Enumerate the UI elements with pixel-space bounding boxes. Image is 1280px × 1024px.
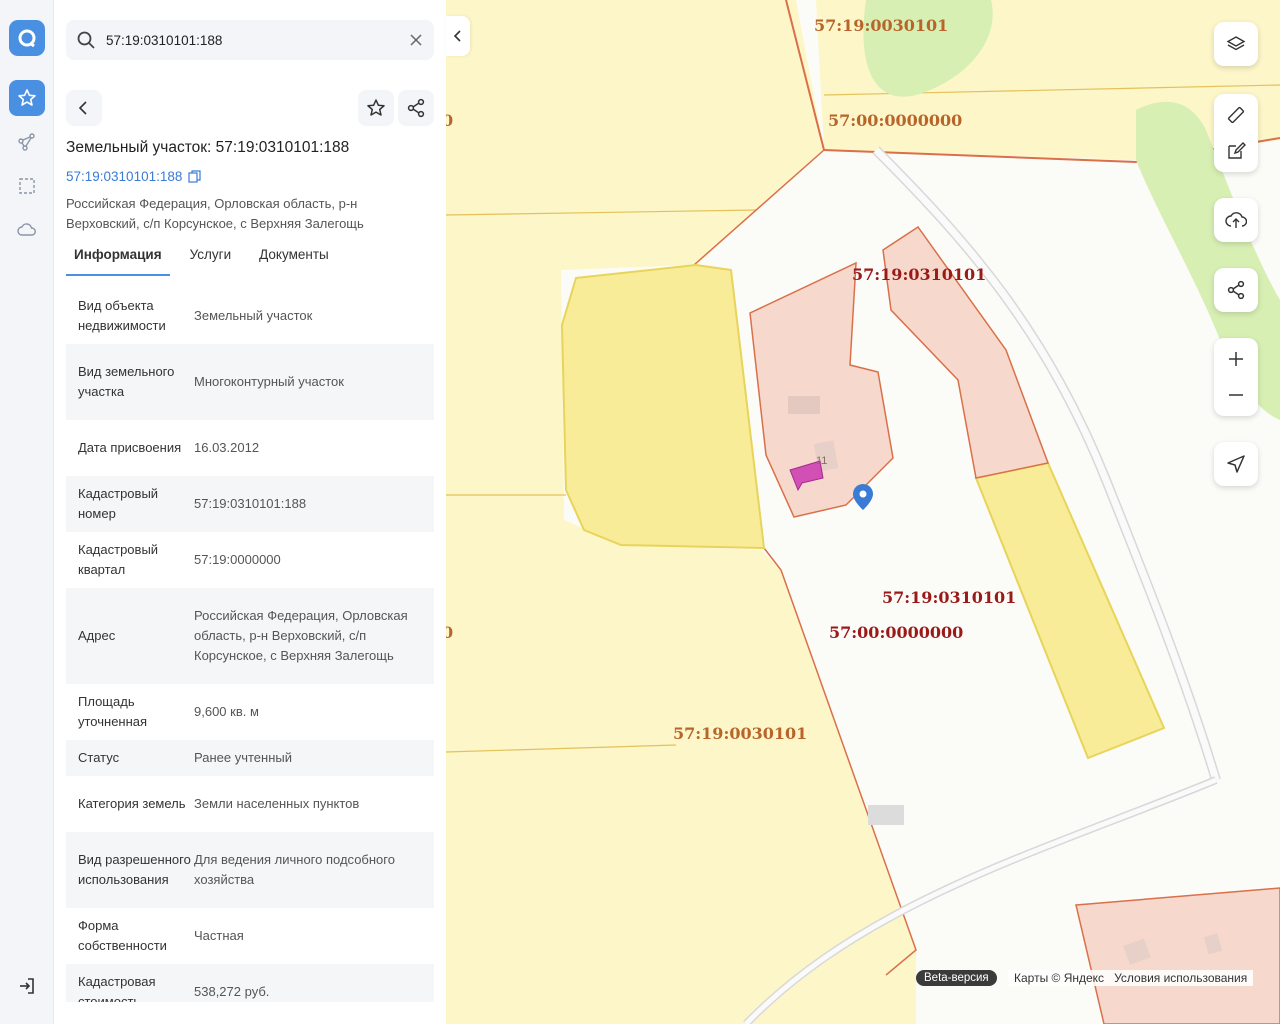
info-row: Площадь уточненная 9,600 кв. м xyxy=(66,684,434,740)
info-row: Кадастровый номер 57:19:0310101:188 xyxy=(66,476,434,532)
left-rail xyxy=(0,0,54,1024)
ruler-icon[interactable] xyxy=(1214,97,1258,133)
info-key: Кадастровая стоимость xyxy=(78,974,156,1002)
info-key: Вид разрешенного использования xyxy=(78,852,191,887)
clear-search-icon[interactable] xyxy=(406,30,426,50)
info-row: Кадастровый квартал 57:19:0000000 xyxy=(66,532,434,588)
object-address: Российская Федерация, Орловская область,… xyxy=(66,196,364,231)
info-row: Вид объекта недвижимости Земельный участо… xyxy=(66,288,434,344)
tab-documents[interactable]: Документы xyxy=(251,238,337,276)
tools-group xyxy=(1214,94,1258,172)
cloud-upload-icon[interactable] xyxy=(1214,198,1258,242)
upload-button[interactable] xyxy=(1214,198,1258,242)
info-key: Категория земель xyxy=(78,796,186,811)
collapse-panel-button[interactable] xyxy=(446,16,470,56)
info-value: Ранее учтенный xyxy=(194,750,292,765)
info-row: Вид земельного участка Многоконтурный уча… xyxy=(66,344,434,420)
info-value: 16.03.2012 xyxy=(194,440,260,455)
layers-icon[interactable] xyxy=(1214,22,1258,66)
map-quarter-label: 57:19:0310101 xyxy=(852,265,987,284)
share-icon[interactable] xyxy=(1214,268,1258,312)
map-canvas[interactable] xyxy=(446,0,1280,1024)
chevron-left-icon xyxy=(78,101,87,115)
info-key: Кадастровый квартал xyxy=(78,542,159,577)
map-quarter-label: 57:19:0030101 xyxy=(673,724,808,743)
info-row: Кадастровая стоимость 538,272 руб. xyxy=(66,964,434,1002)
zoom-out-icon[interactable] xyxy=(1214,377,1258,413)
info-key: Адрес xyxy=(78,628,116,643)
edit-icon[interactable] xyxy=(1214,133,1258,169)
cadastral-number-link[interactable]: 57:19:0310101:188 xyxy=(66,169,201,184)
map-quarter-label: 0 xyxy=(446,111,454,130)
info-key: Вид объекта недвижимости xyxy=(78,298,166,333)
locate-button[interactable] xyxy=(1214,442,1258,486)
search-input[interactable] xyxy=(106,20,396,60)
info-value: Земельный участок xyxy=(194,308,313,323)
navigation-arrow-icon[interactable] xyxy=(1214,442,1258,486)
map-quarter-label: 57:00:0000000 xyxy=(829,623,964,642)
info-table: Вид объекта недвижимости Земельный участо… xyxy=(66,288,434,1002)
info-row: Категория земель Земли населенных пунктов xyxy=(66,776,434,832)
info-value: 57:19:0000000 xyxy=(194,552,281,567)
map-quarter-label: 0 xyxy=(446,623,454,642)
back-button[interactable] xyxy=(66,90,102,126)
house-number-label: 11 xyxy=(816,455,828,467)
favorite-button[interactable] xyxy=(358,90,394,126)
info-value: Для ведения личного подсобного хозяйства xyxy=(194,852,395,887)
layers-button[interactable] xyxy=(1214,22,1258,66)
map-quarter-label: 57:00:0000000 xyxy=(828,111,963,130)
cadastral-number-text[interactable]: 57:19:0310101:188 xyxy=(66,169,182,184)
terms-link[interactable]: Условия использования xyxy=(1114,971,1247,985)
logout-icon[interactable] xyxy=(9,968,45,1004)
search-box xyxy=(66,20,434,60)
info-value: 9,600 кв. м xyxy=(194,704,259,719)
area-select-icon[interactable] xyxy=(9,168,45,204)
zoom-group xyxy=(1214,338,1258,416)
route-nodes-icon[interactable] xyxy=(9,124,45,160)
info-value: 538,272 руб. xyxy=(194,984,270,999)
info-value: Российская Федерация, Орловская область,… xyxy=(194,608,408,663)
info-value: 57:19:0310101:188 xyxy=(194,496,307,511)
info-value: Многоконтурный участок xyxy=(194,374,344,389)
cloud-icon[interactable] xyxy=(9,212,45,248)
page-title: Земельный участок: 57:19:0310101:188 xyxy=(66,139,350,156)
info-key: Форма собственности xyxy=(78,918,167,953)
copyright-text: Карты © Яндекс xyxy=(1014,971,1105,985)
map-share-button[interactable] xyxy=(1214,268,1258,312)
star-icon xyxy=(367,99,385,116)
info-row: Статус Ранее учтенный xyxy=(66,740,434,776)
tab-information[interactable]: Информация xyxy=(66,238,170,276)
zoom-in-icon[interactable] xyxy=(1214,341,1258,377)
info-key: Статус xyxy=(78,750,120,765)
favorites-star-icon[interactable] xyxy=(9,80,45,116)
share-button[interactable] xyxy=(398,90,434,126)
info-value: Земли населенных пунктов xyxy=(194,796,360,811)
chevron-left-icon xyxy=(453,30,461,42)
map-view[interactable]: 57:19:0030101 57:00:0000000 57:19:031010… xyxy=(446,0,1280,1024)
copy-icon[interactable] xyxy=(188,170,201,183)
beta-badge: Beta-версия xyxy=(916,970,997,986)
map-quarter-label: 57:19:0310101 xyxy=(882,588,1017,607)
info-key: Кадастровый номер xyxy=(78,486,159,521)
info-row: Форма собственности Частная xyxy=(66,908,434,964)
map-attribution: Карты © Яндекс Условия использования xyxy=(1008,970,1254,986)
info-row: Дата присвоения 16.03.2012 xyxy=(66,420,434,476)
info-value: Частная xyxy=(194,928,244,943)
map-quarter-label: 57:19:0030101 xyxy=(814,16,949,35)
app-logo-icon[interactable] xyxy=(9,20,45,56)
info-key: Площадь уточненная xyxy=(78,694,148,729)
info-key: Вид земельного участка xyxy=(78,364,175,399)
info-row: Адрес Российская Федерация, Орловская обл… xyxy=(66,588,434,684)
search-icon xyxy=(76,30,96,50)
object-panel: Земельный участок: 57:19:0310101:188 57:… xyxy=(54,0,446,1024)
tab-bar: Информация Услуги Документы xyxy=(66,238,434,276)
info-key: Дата присвоения xyxy=(78,440,182,455)
info-row: Вид разрешенного использования Для ведени… xyxy=(66,832,434,908)
tab-services[interactable]: Услуги xyxy=(182,238,240,276)
share-icon xyxy=(407,98,425,118)
